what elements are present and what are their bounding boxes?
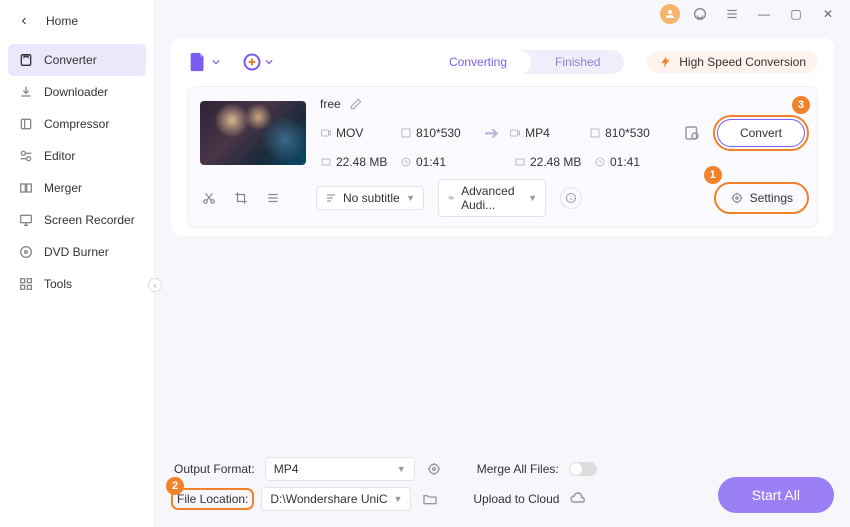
sidebar-item-compressor[interactable]: Compressor [8,108,146,140]
add-url-button[interactable] [242,52,273,72]
sidebar: Home Converter Downloader Compressor Edi… [0,0,155,527]
tab-finished[interactable]: Finished [531,50,624,74]
output-format-label: Output Format: [174,462,255,476]
chevron-down-icon [212,58,220,66]
item-settings-icon[interactable] [681,122,703,144]
upload-label: Upload to Cloud [473,492,559,506]
sidebar-item-screen-recorder[interactable]: Screen Recorder [8,204,146,236]
merge-toggle[interactable] [569,462,597,476]
subtitle-icon [325,192,337,204]
sidebar-item-tools[interactable]: Tools [8,268,146,300]
tabs: Converting Finished [425,50,624,74]
converter-panel: Converting Finished High Speed Conversio… [171,38,834,236]
chevron-down-icon [265,58,273,66]
cut-icon[interactable] [200,189,218,207]
crop-icon[interactable] [232,189,250,207]
resolution-icon [589,127,601,139]
callout-2: 2 [166,477,184,495]
sidebar-item-merger[interactable]: Merger [8,172,146,204]
sidebar-item-dvd-burner[interactable]: DVD Burner [8,236,146,268]
conversion-item: free MOV 810*530 ➔ MP4 810*530 Convert3 … [187,86,818,228]
start-all-button[interactable]: Start All [718,477,834,513]
resolution-icon [400,127,412,139]
add-file-button[interactable] [187,51,220,73]
open-folder-icon[interactable] [421,490,439,508]
main-area: Converting Finished High Speed Conversio… [155,0,850,527]
convert-button[interactable]: Convert3 [717,119,805,147]
home-label: Home [46,14,78,28]
sidebar-item-downloader[interactable]: Downloader [8,76,146,108]
lightning-icon [659,55,673,69]
sidebar-item-converter[interactable]: Converter [8,44,146,76]
clock-icon [594,156,606,168]
footer: Output Format: MP4▼ Merge All Files: Fil… [174,457,834,517]
audio-icon [447,192,455,204]
effects-icon[interactable] [264,189,282,207]
size-icon [514,156,526,168]
target-icon [730,191,744,205]
video-icon [320,127,332,139]
clock-icon [400,156,412,168]
file-location-dropdown[interactable]: D:\Wondershare UniConverter 1▼ [261,487,411,511]
tab-converting[interactable]: Converting [425,50,531,74]
merge-label: Merge All Files: [477,462,559,476]
callout-3: 3 [792,96,810,114]
file-location-label: File Location:2 [174,491,251,507]
subtitle-dropdown[interactable]: No subtitle▼ [316,186,424,210]
settings-button[interactable]: Settings 1 [718,186,805,210]
sidebar-item-editor[interactable]: Editor [8,140,146,172]
audio-dropdown[interactable]: Advanced Audi...▼ [438,179,546,217]
edit-icon[interactable] [349,97,363,111]
cloud-icon[interactable] [569,490,587,508]
info-icon[interactable] [560,187,582,209]
back-icon [18,15,30,27]
size-icon [320,156,332,168]
callout-1: 1 [704,166,722,184]
output-format-dropdown[interactable]: MP4▼ [265,457,415,481]
home-link[interactable]: Home [0,0,154,38]
video-title: free [320,97,341,111]
output-settings-icon[interactable] [425,460,443,478]
high-speed-conversion[interactable]: High Speed Conversion [647,51,818,73]
video-thumbnail[interactable] [200,101,306,165]
video-icon [509,127,521,139]
arrow-icon: ➔ [484,123,499,144]
